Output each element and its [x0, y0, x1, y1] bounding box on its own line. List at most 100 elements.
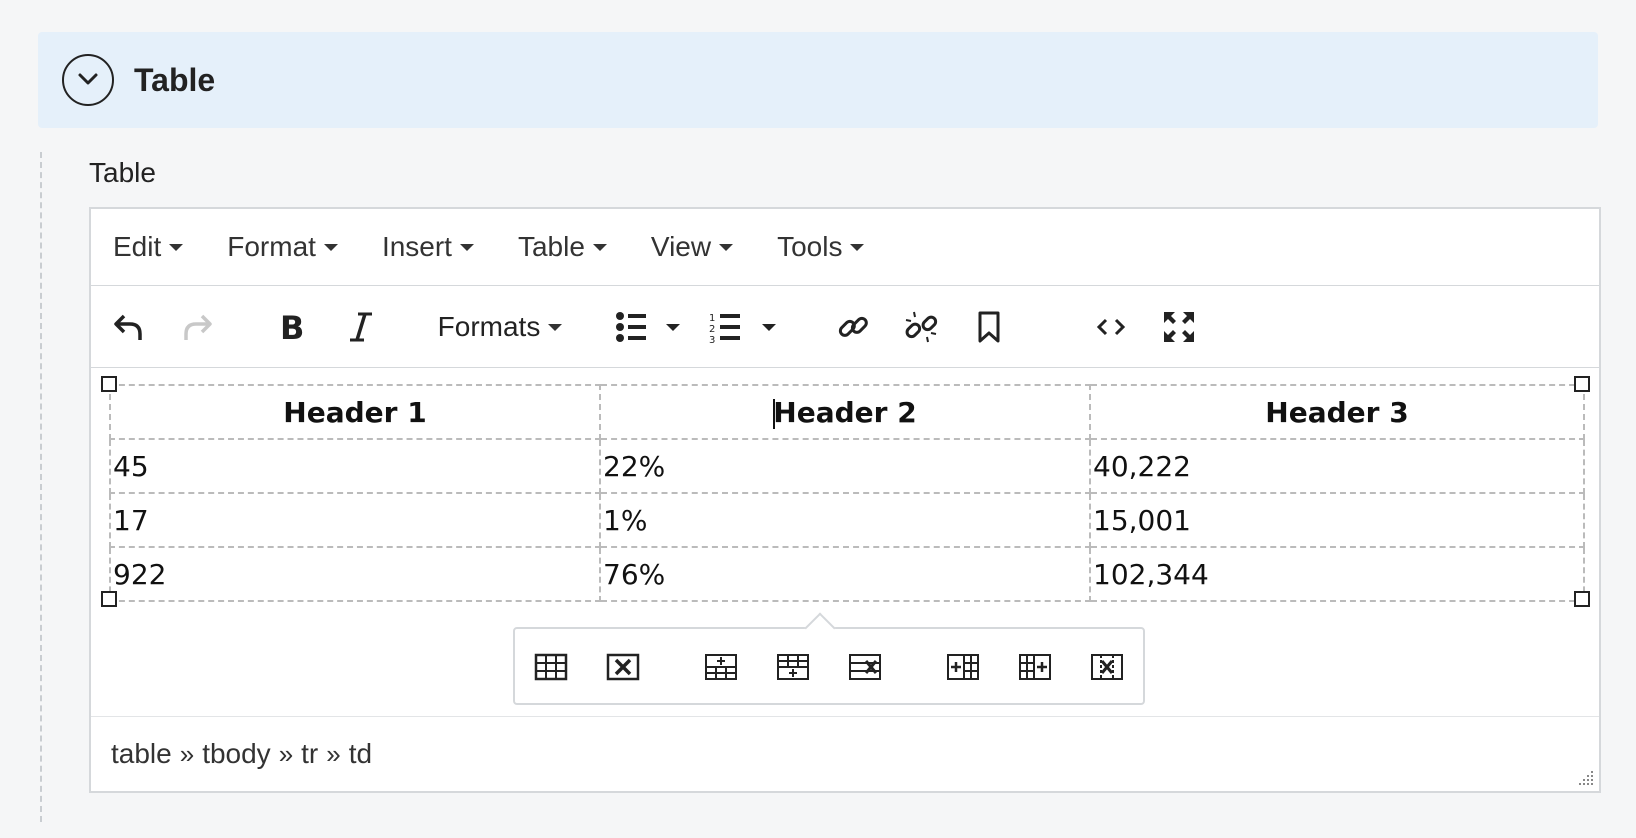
delete-column-icon	[1091, 654, 1123, 680]
table-row: 17 1% 15,001	[109, 492, 1585, 548]
table-cell[interactable]: 45	[109, 438, 601, 494]
table-row: 45 22% 40,222	[109, 438, 1585, 494]
section-header: Table	[38, 32, 1598, 128]
insert-row-after-button[interactable]	[773, 647, 813, 687]
chevron-down-icon	[78, 73, 98, 85]
table-cell[interactable]: 40,222	[1089, 438, 1585, 494]
fullscreen-icon	[1164, 312, 1194, 342]
caret-down-icon	[548, 323, 563, 331]
toolbar: B Formats 1 2 3	[91, 286, 1599, 368]
menu-edit[interactable]: Edit	[113, 231, 184, 263]
menu-edit-label: Edit	[113, 231, 162, 262]
caret-down-icon	[850, 243, 865, 251]
bookmark-icon	[978, 311, 1000, 343]
caret-down-icon	[592, 243, 607, 251]
menu-view-label: View	[650, 231, 712, 262]
path-separator: »	[179, 738, 195, 769]
path-item-tr[interactable]: tr	[301, 738, 318, 770]
delete-row-icon	[849, 654, 881, 680]
data-table[interactable]: Header 1 Header 2 Header 3 45 22% 40,222…	[109, 384, 1585, 602]
svg-text:2: 2	[709, 324, 715, 335]
table-cell[interactable]: 922	[109, 546, 601, 602]
statusbar: table » tbody » tr » td	[91, 716, 1599, 791]
table-header-cell[interactable]: Header 1	[109, 384, 601, 440]
formats-label: Formats	[437, 311, 541, 342]
resize-handle-bottom-left[interactable]	[101, 591, 117, 607]
fullscreen-button[interactable]	[1157, 304, 1201, 350]
link-icon	[838, 316, 868, 337]
insert-column-before-button[interactable]	[943, 647, 983, 687]
svg-text:1: 1	[709, 313, 715, 324]
table-cell[interactable]: 102,344	[1089, 546, 1585, 602]
menu-insert-label: Insert	[381, 231, 452, 262]
unlink-button[interactable]	[899, 304, 943, 350]
resize-grip-icon[interactable]	[1575, 767, 1595, 787]
menu-table-label: Table	[517, 231, 585, 262]
table-cell[interactable]: 17	[109, 492, 601, 548]
delete-row-button[interactable]	[845, 647, 885, 687]
editor-content[interactable]: Header 1 Header 2 Header 3 45 22% 40,222…	[91, 368, 1599, 717]
path-item-td[interactable]: td	[349, 738, 372, 770]
menu-tools[interactable]: Tools	[777, 231, 865, 263]
table-row: 922 76% 102,344	[109, 546, 1585, 602]
delete-table-icon	[606, 653, 640, 681]
insert-row-after-icon	[777, 654, 809, 680]
table-cell[interactable]: 15,001	[1089, 492, 1585, 548]
insert-row-before-button[interactable]	[701, 647, 741, 687]
menu-view[interactable]: View	[650, 231, 734, 263]
bookmark-button[interactable]	[967, 304, 1011, 350]
menu-table[interactable]: Table	[518, 231, 607, 263]
caret-down-icon	[719, 243, 734, 251]
table-header-cell[interactable]: Header 3	[1089, 384, 1585, 440]
insert-column-before-icon	[947, 654, 979, 680]
resize-handle-bottom-right[interactable]	[1574, 591, 1590, 607]
resize-handle-top-right[interactable]	[1574, 376, 1590, 392]
section-title: Table	[134, 61, 216, 98]
menu-tools-label: Tools	[777, 231, 843, 262]
undo-icon	[114, 314, 142, 340]
collapse-button[interactable]	[62, 54, 114, 106]
menubar: Edit Format Insert Table View Tools	[91, 209, 1599, 286]
path-item-table[interactable]: table	[111, 738, 172, 770]
svg-text:B: B	[280, 310, 304, 344]
redo-icon	[184, 314, 212, 340]
formats-dropdown[interactable]: Formats	[435, 304, 565, 350]
italic-button[interactable]	[339, 304, 383, 350]
table-properties-button[interactable]	[531, 647, 571, 687]
insert-row-before-icon	[705, 654, 737, 680]
table-header-row: Header 1 Header 2 Header 3	[109, 384, 1585, 440]
table-cell[interactable]: 22%	[599, 438, 1091, 494]
insert-column-after-button[interactable]	[1015, 647, 1055, 687]
delete-column-button[interactable]	[1087, 647, 1127, 687]
menu-format-label: Format	[227, 231, 316, 262]
bold-button[interactable]: B	[269, 304, 313, 350]
svg-text:3: 3	[709, 335, 715, 344]
numbered-list-icon: 1 2 3	[709, 313, 776, 344]
table-header-cell[interactable]: Header 2	[599, 384, 1091, 440]
table-cell[interactable]: 1%	[599, 492, 1091, 548]
field-label: Table	[89, 157, 156, 188]
menu-format[interactable]: Format	[227, 231, 338, 263]
table-cell[interactable]: 76%	[599, 546, 1091, 602]
bullet-list-button[interactable]	[611, 304, 691, 350]
section-rail	[40, 152, 42, 822]
rich-text-editor: Edit Format Insert Table View Tools B Fo…	[89, 207, 1601, 793]
table-header-text: Header 2	[773, 395, 917, 429]
resize-handle-top-left[interactable]	[101, 376, 117, 392]
menu-insert[interactable]: Insert	[382, 231, 474, 263]
path-separator: »	[278, 738, 294, 769]
path-item-tbody[interactable]: tbody	[202, 738, 271, 770]
redo-button[interactable]	[175, 304, 219, 350]
caret-down-icon	[169, 243, 184, 251]
insert-column-after-icon	[1019, 654, 1051, 680]
delete-table-button[interactable]	[603, 647, 643, 687]
source-code-button[interactable]	[1089, 304, 1133, 350]
table-context-toolbar	[513, 612, 1145, 705]
table-properties-icon	[534, 653, 568, 681]
caret-down-icon	[459, 243, 474, 251]
undo-button[interactable]	[107, 304, 151, 350]
numbered-list-button[interactable]: 1 2 3	[707, 304, 787, 350]
link-button[interactable]	[831, 304, 875, 350]
popover-arrow	[804, 612, 836, 644]
source-code-icon	[1096, 318, 1126, 336]
